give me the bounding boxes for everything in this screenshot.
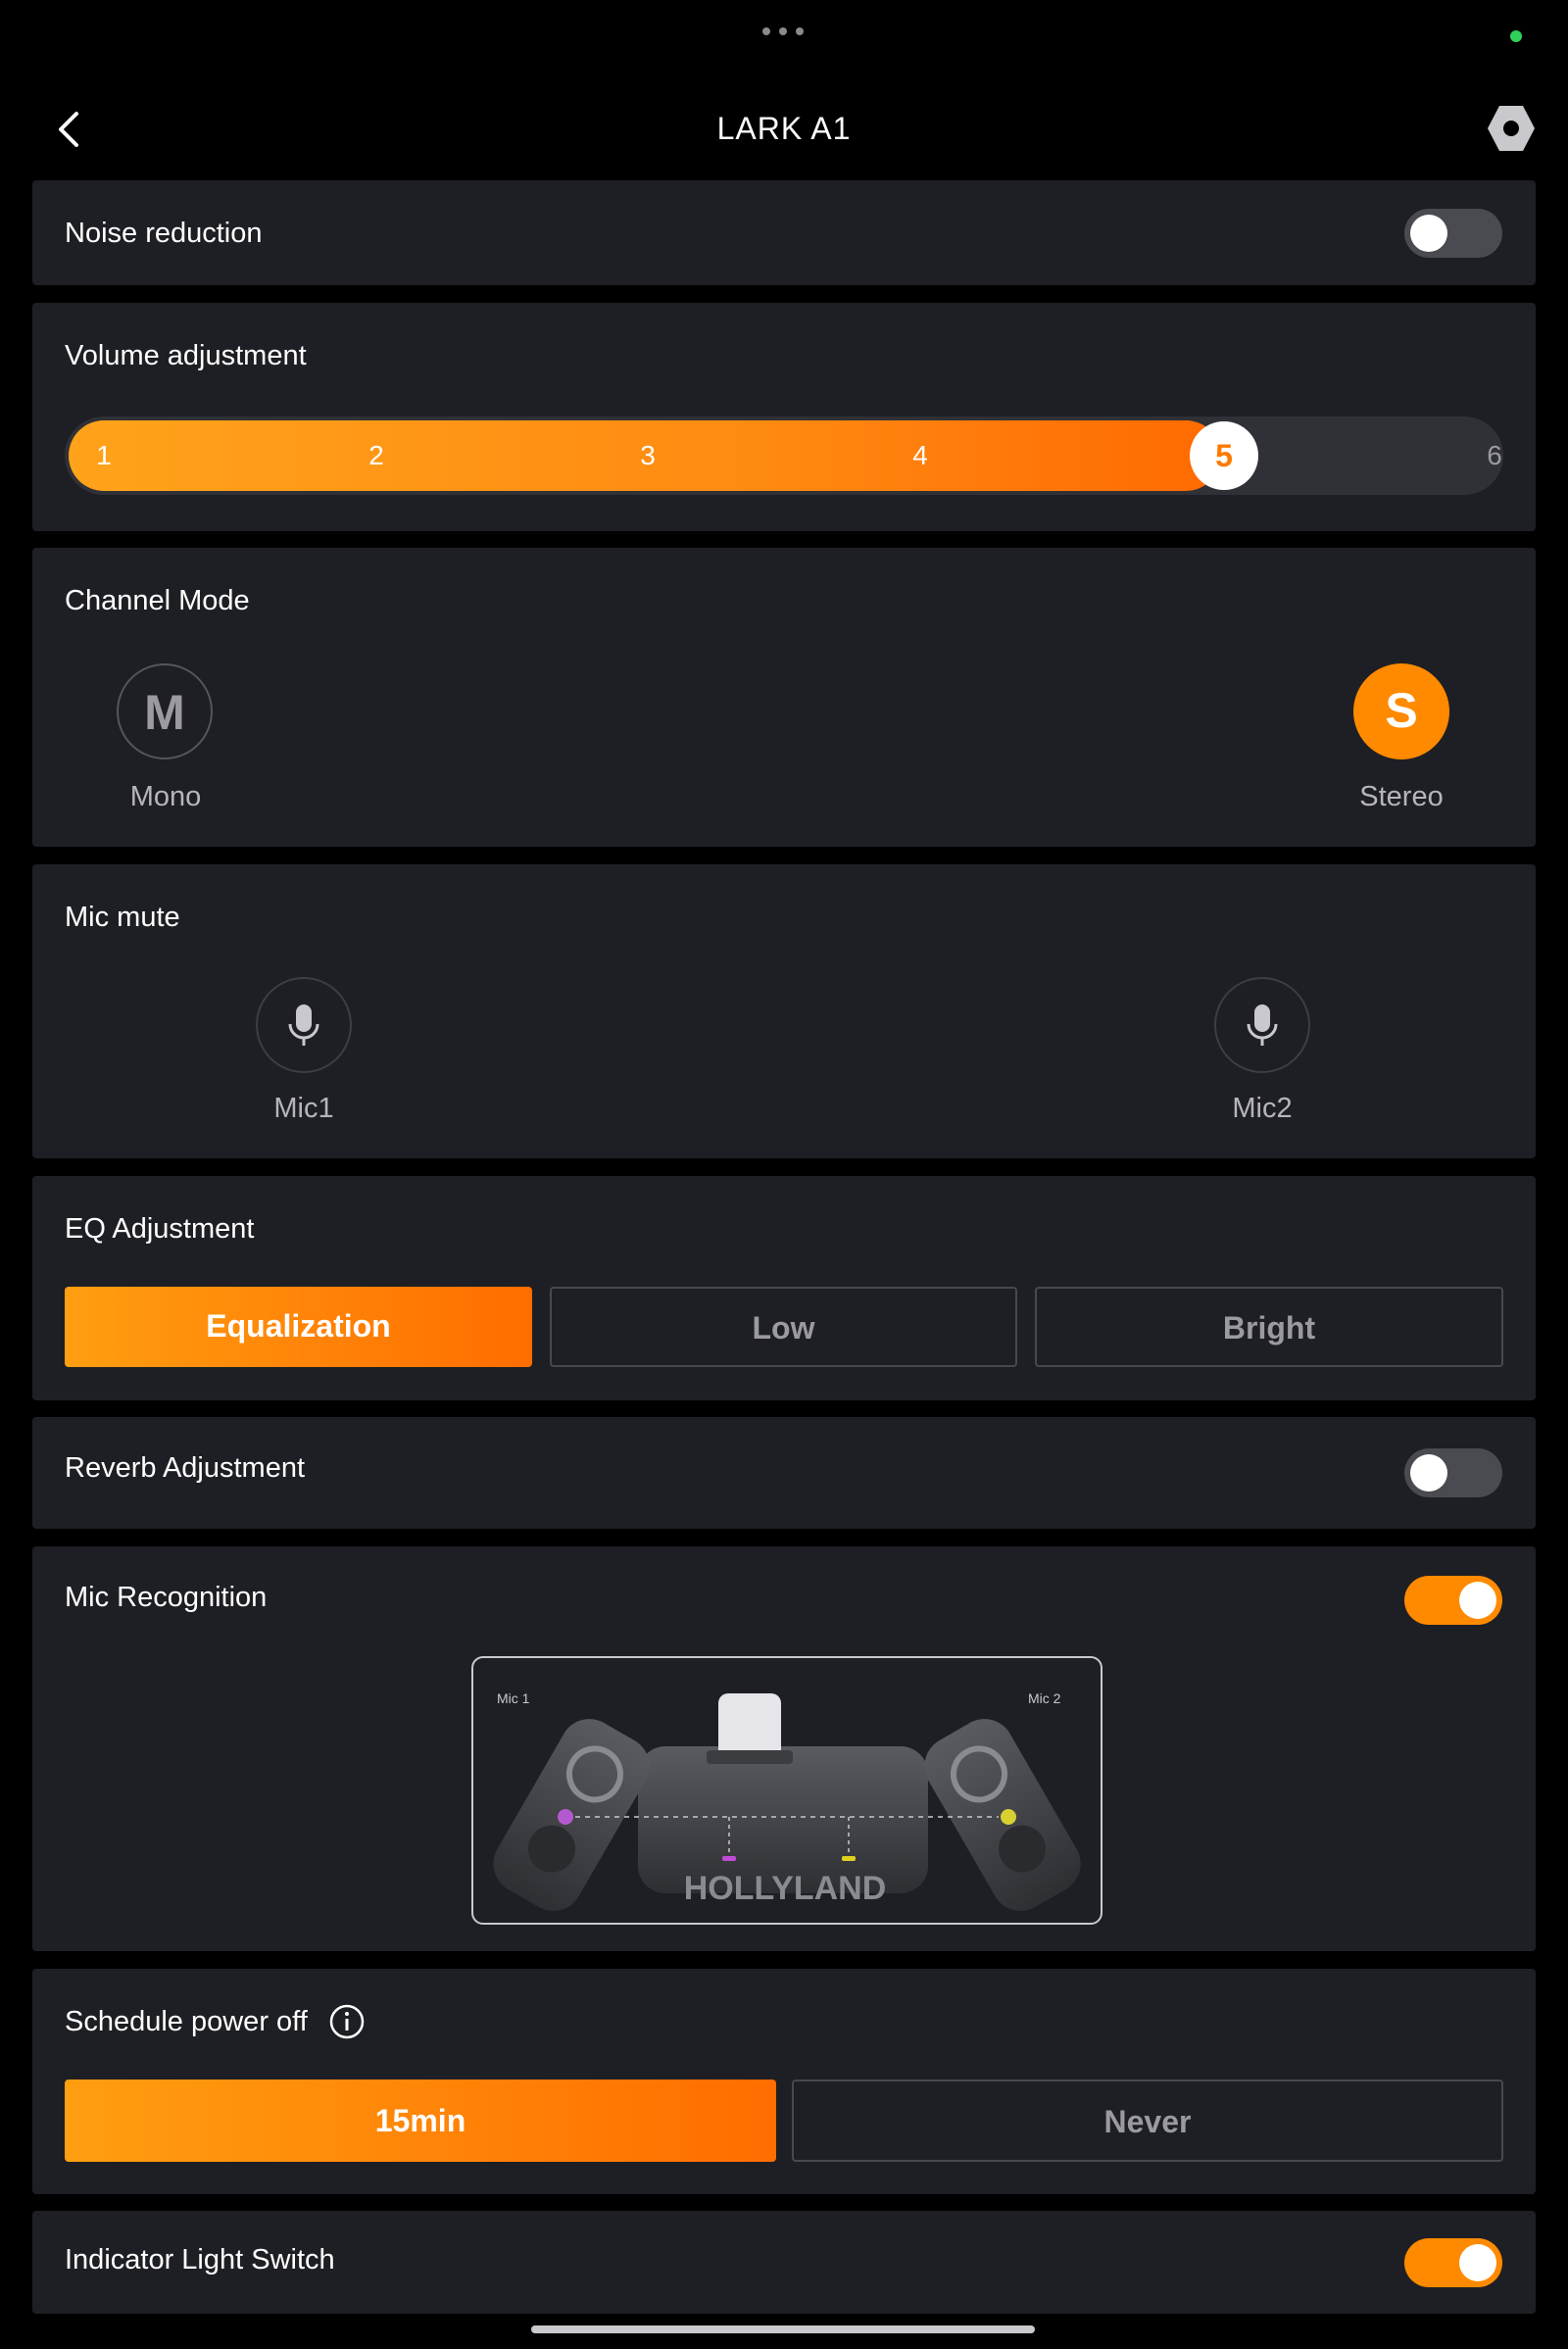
mic-recognition-illustration: HOLLYLAND Mic 1 Mic 2: [471, 1656, 1102, 1925]
channel-mode-card: Channel Mode M Mono S Stereo: [32, 548, 1536, 847]
volume-level-3[interactable]: 3: [640, 416, 656, 495]
home-indicator-bar[interactable]: [531, 2325, 1035, 2333]
mic-mute-card: Mic mute Mic1 Mic2: [32, 864, 1536, 1158]
volume-slider-thumb[interactable]: 5: [1190, 421, 1258, 490]
stereo-button[interactable]: S: [1353, 663, 1449, 759]
power-off-never-button[interactable]: Never: [792, 2080, 1503, 2162]
mic2-diagram-label: Mic 2: [1028, 1690, 1061, 1706]
indicator-light-toggle[interactable]: [1404, 2238, 1502, 2287]
mic-mute-label: Mic mute: [65, 902, 180, 933]
microphone-icon: [1247, 1004, 1278, 1046]
eq-low-button[interactable]: Low: [550, 1287, 1017, 1367]
stereo-label: Stereo: [1359, 781, 1444, 812]
reverb-label: Reverb Adjustment: [65, 1452, 306, 1484]
eq-bright-button[interactable]: Bright: [1035, 1287, 1503, 1367]
volume-slider[interactable]: 1 2 3 4 6 5: [65, 416, 1503, 495]
schedule-power-off-label: Schedule power off: [65, 2006, 308, 2037]
toggle-knob: [1410, 1454, 1447, 1492]
indicator-light-label: Indicator Light Switch: [65, 2244, 335, 2276]
mic-recognition-toggle[interactable]: [1404, 1576, 1502, 1625]
eq-equalization-button[interactable]: Equalization: [65, 1287, 532, 1367]
device-diagram: HOLLYLAND Mic 1 Mic 2: [493, 1690, 1081, 1911]
info-icon[interactable]: [328, 2003, 366, 2040]
volume-label: Volume adjustment: [65, 340, 307, 371]
toggle-knob: [1459, 2244, 1496, 2281]
noise-reduction-toggle[interactable]: [1404, 209, 1502, 258]
mic-recognition-card: Mic Recognition HOLLYLAND Mic 1 Mic 2: [32, 1546, 1536, 1951]
brand-text: HOLLYLAND: [684, 1870, 887, 1907]
more-dots-icon[interactable]: [762, 27, 804, 35]
reverb-card: Reverb Adjustment: [32, 1417, 1536, 1529]
status-indicator-dot: [1510, 30, 1522, 42]
power-off-15min-button[interactable]: 15min: [65, 2080, 776, 2162]
eq-card: EQ Adjustment Equalization Low Bright: [32, 1176, 1536, 1400]
mic1-mute-button[interactable]: [256, 977, 352, 1073]
toggle-knob: [1459, 1582, 1496, 1619]
mic1-diagram-label: Mic 1: [497, 1690, 530, 1706]
noise-reduction-label: Noise reduction: [65, 218, 263, 249]
indicator-light-card: Indicator Light Switch: [32, 2211, 1536, 2314]
volume-level-1[interactable]: 1: [96, 416, 112, 495]
reverb-toggle[interactable]: [1404, 1448, 1502, 1497]
mic2-mute-button[interactable]: [1214, 977, 1310, 1073]
mono-label: Mono: [129, 781, 202, 812]
mic2-label: Mic2: [1232, 1093, 1293, 1124]
mono-button[interactable]: M: [117, 663, 213, 759]
settings-hex-icon[interactable]: [1485, 102, 1538, 155]
mic1-label: Mic1: [273, 1093, 334, 1124]
channel-mode-label: Channel Mode: [65, 585, 250, 616]
volume-level-6[interactable]: 6: [1487, 416, 1502, 495]
eq-label: EQ Adjustment: [65, 1213, 255, 1245]
mic-recognition-label: Mic Recognition: [65, 1582, 268, 1613]
microphone-icon: [288, 1004, 319, 1046]
volume-level-4[interactable]: 4: [912, 416, 928, 495]
page-title: LARK A1: [716, 111, 852, 146]
volume-level-2[interactable]: 2: [368, 416, 384, 495]
volume-card: Volume adjustment 1 2 3 4 6 5: [32, 303, 1536, 531]
schedule-power-off-card: Schedule power off 15min Never: [32, 1969, 1536, 2194]
toggle-knob: [1410, 215, 1447, 252]
noise-reduction-card: Noise reduction: [32, 180, 1536, 285]
